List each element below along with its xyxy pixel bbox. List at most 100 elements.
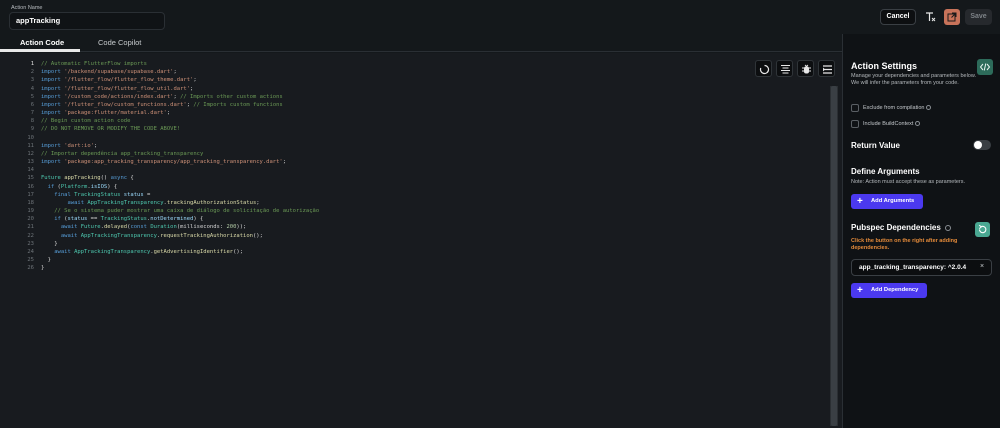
line-number: 12 <box>27 150 34 157</box>
code-line: import '/backend/supabase/supabase.dart'… <box>41 69 177 76</box>
format-code-button[interactable] <box>776 60 793 77</box>
line-number: 21 <box>27 224 34 231</box>
exclude-from-compilation-checkbox[interactable] <box>851 104 859 112</box>
line-number: 20 <box>27 216 34 223</box>
return-value-toggle[interactable] <box>973 140 991 150</box>
action-settings-panel: Action Settings Manage your dependencies… <box>842 34 1000 428</box>
code-line: import '/custom_code/actions/index.dart'… <box>41 93 283 100</box>
line-number: 11 <box>27 142 34 149</box>
line-number: 6 <box>30 101 34 108</box>
pubspec-dependencies-title: Pubspec Dependencies <box>851 223 951 232</box>
clear-format-icon <box>926 12 936 22</box>
code-line: } <box>41 257 51 264</box>
line-number: 16 <box>27 183 34 190</box>
code-line: import 'package:app_tracking_transparenc… <box>41 159 287 166</box>
code-line: // Importar dependência app_tracking_tra… <box>41 150 204 157</box>
line-number: 15 <box>27 175 34 182</box>
loading-icon <box>759 64 770 75</box>
active-tab-indicator <box>0 49 80 52</box>
code-line: await Future.delayed(const Duration(mill… <box>60 224 247 231</box>
code-line: await AppTrackingTransparency.requestTra… <box>60 232 263 239</box>
plus-icon: + <box>857 196 863 207</box>
info-icon[interactable] <box>915 121 921 127</box>
action-settings-title: Action Settings <box>851 61 918 71</box>
return-value-title: Return Value <box>851 141 900 150</box>
line-number: 17 <box>27 191 34 198</box>
code-line: // Begin custom action code <box>41 118 131 125</box>
include-buildcontext-checkbox[interactable] <box>851 120 859 128</box>
add-arguments-button[interactable]: + Add Arguments <box>851 194 923 209</box>
code-line: await AppTrackingTransparency.trackingAu… <box>67 199 260 206</box>
code-content[interactable]: // Automatic FlutterFlow imports import … <box>41 60 821 272</box>
debug-button[interactable] <box>797 60 814 77</box>
tab-code-copilot[interactable]: Code Copilot <box>98 38 141 47</box>
tab-bar: Action Code Code Copilot <box>0 34 842 52</box>
code-line: } <box>41 240 58 247</box>
line-number: 9 <box>30 126 34 133</box>
line-number: 13 <box>27 159 34 166</box>
tab-action-code[interactable]: Action Code <box>20 38 64 47</box>
open-external-button[interactable] <box>944 9 960 25</box>
editor-scrollbar-thumb[interactable] <box>831 86 837 426</box>
save-button[interactable]: Save <box>965 9 992 25</box>
code-line: Future appTracking() async { <box>41 175 134 182</box>
action-name-input[interactable]: appTracking <box>9 12 165 30</box>
code-line: import '/flutter_flow/custom_functions.d… <box>41 101 283 108</box>
cancel-button[interactable]: Cancel <box>880 9 916 25</box>
line-number: 23 <box>27 240 34 247</box>
refresh-dependencies-button[interactable] <box>975 222 990 237</box>
code-line: if (status == TrackingStatus.notDetermin… <box>54 216 204 223</box>
line-number: 5 <box>30 93 34 100</box>
pubspec-title-text: Pubspec Dependencies <box>851 223 941 232</box>
line-numbers: 1 2 3 4 5 6 7 8 9 10 11 12 13 14 15 16 1… <box>0 60 34 272</box>
format-icon <box>781 64 790 74</box>
code-line: import '/flutter_flow/flutter_flow_theme… <box>41 77 197 84</box>
line-number: 2 <box>30 69 34 76</box>
clear-format-button[interactable] <box>922 9 938 25</box>
code-line: if (Platform.isIOS) { <box>47 183 118 190</box>
code-line: // Se o sistema puder mostrar uma caixa … <box>54 208 320 215</box>
code-line: // DO NOT REMOVE OR MODIFY THE CODE ABOV… <box>41 126 181 133</box>
plus-icon: + <box>857 285 863 296</box>
line-number: 18 <box>27 199 34 206</box>
code-line: } <box>41 265 45 272</box>
define-arguments-title: Define Arguments <box>851 167 920 176</box>
line-number: 25 <box>27 257 34 264</box>
add-dependency-button[interactable]: + Add Dependency <box>851 283 927 298</box>
code-line: import 'dart:io'; <box>41 142 98 149</box>
line-number: 14 <box>27 167 34 174</box>
info-icon[interactable] <box>944 224 951 231</box>
line-number: 22 <box>27 232 34 239</box>
action-name-label: Action Name <box>11 5 43 11</box>
open-external-icon <box>947 12 957 22</box>
line-number: 7 <box>30 110 34 117</box>
remove-dependency-icon[interactable]: × <box>980 263 984 270</box>
define-arguments-note: Note: Action must accept these as parame… <box>851 179 966 185</box>
code-editor[interactable]: 1 2 3 4 5 6 7 8 9 10 11 12 13 14 15 16 1… <box>0 53 842 428</box>
line-number: 8 <box>30 118 34 125</box>
line-number: 19 <box>27 208 34 215</box>
header: Action Name appTracking Cancel Save <box>0 0 1000 34</box>
list-view-button[interactable] <box>818 60 835 77</box>
code-line: import '/flutter_flow/flutter_flow_util.… <box>41 85 194 92</box>
code-line: // Automatic FlutterFlow imports <box>41 61 147 67</box>
line-number: 3 <box>30 77 34 84</box>
line-number: 10 <box>27 134 34 141</box>
line-number: 1 <box>30 61 34 67</box>
info-icon[interactable] <box>926 105 932 111</box>
add-dependency-label: Add Dependency <box>871 287 919 293</box>
refresh-icon <box>978 224 987 234</box>
toggle-knob <box>974 141 982 149</box>
include-buildcontext-label: Include BuildContext <box>863 121 921 127</box>
code-line: import 'package:flutter/material.dart'; <box>41 110 171 117</box>
buildcontext-label-text: Include BuildContext <box>863 121 914 127</box>
dependency-chip: app_tracking_transparency: ^2.0.4 × <box>851 259 992 276</box>
exclude-label-text: Exclude from compilation <box>863 105 925 111</box>
dependency-text: app_tracking_transparency: ^2.0.4 <box>859 264 967 271</box>
code-line: await AppTrackingTransparency.getAdverti… <box>54 248 244 255</box>
refresh-button[interactable] <box>755 60 772 77</box>
exclude-from-compilation-label: Exclude from compilation <box>863 105 932 111</box>
action-settings-description: Manage your dependencies and parameters … <box>851 73 977 86</box>
